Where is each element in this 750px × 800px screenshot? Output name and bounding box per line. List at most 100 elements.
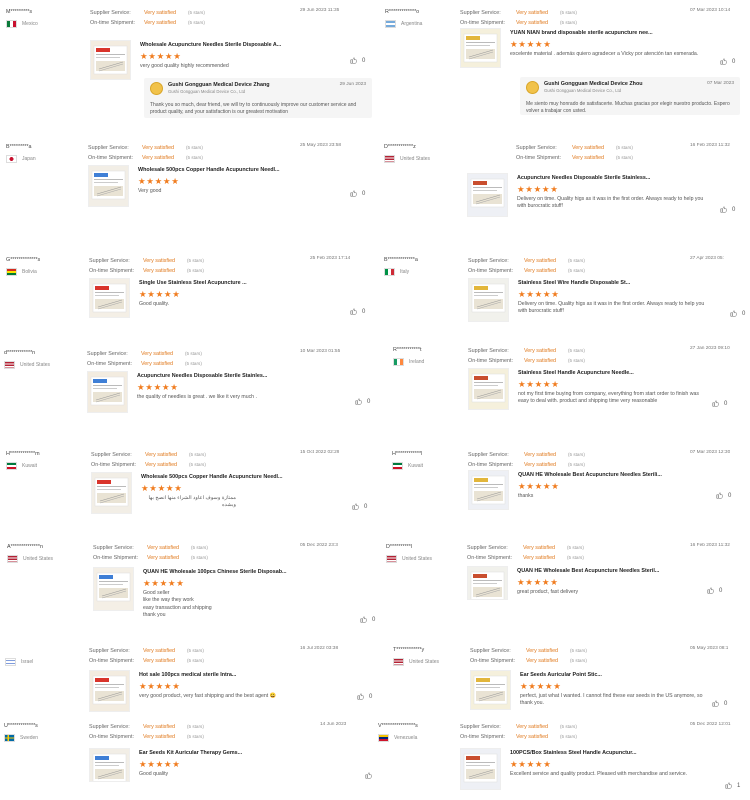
- on-time-shipment-value: Very satisfied: [516, 20, 549, 27]
- on-time-shipment-label: On-time Shipment:: [460, 734, 505, 741]
- helpful-button[interactable]: 0: [730, 310, 745, 317]
- buyer-info: H************l Kuwait: [392, 450, 470, 470]
- on-time-shipment-label: On-time Shipment:: [89, 658, 134, 665]
- product-title-link[interactable]: Stainless Steel Wire Handle Disposable S…: [518, 280, 630, 286]
- product-title-link[interactable]: Single Use Stainless Steel Acupuncture .…: [139, 280, 247, 286]
- helpful-button[interactable]: 0: [707, 587, 722, 594]
- review-text: Excellent service and quality product. P…: [510, 771, 688, 777]
- on-time-shipment-label: On-time Shipment:: [468, 358, 513, 365]
- product-title-link[interactable]: Acupuncture Needles Disposable Sterile S…: [137, 373, 267, 379]
- rating-summary: Supplier Service: Very satisfied (5 stars)…: [468, 256, 585, 276]
- helpful-button[interactable]: 0: [352, 503, 367, 510]
- product-thumbnail[interactable]: [467, 566, 508, 600]
- product-thumbnail[interactable]: [89, 278, 130, 318]
- thumbs-up-icon: [350, 308, 357, 315]
- on-time-shipment-label: On-time Shipment:: [470, 658, 515, 665]
- product-title-link[interactable]: QUAN HE Wholesale Best Acupuncture Needl…: [517, 568, 659, 574]
- rating-summary: Supplier Service: Very satisfied (5 stars)…: [467, 543, 584, 563]
- product-thumbnail[interactable]: [470, 670, 511, 710]
- supplier-service-label: Supplier Service:: [91, 452, 132, 458]
- product-thumbnail[interactable]: [89, 748, 130, 782]
- product-title-link[interactable]: Stainless Steel Handle Acupuncture Needl…: [518, 370, 634, 376]
- product-thumbnail[interactable]: [89, 670, 130, 712]
- product-thumbnail[interactable]: [88, 165, 129, 207]
- product-title-link[interactable]: Ear Seeds Auricular Point Stic...: [520, 672, 602, 678]
- on-time-shipment-row: On-time Shipment: Very satisfied (5 stars): [88, 153, 203, 163]
- country-name: United States: [402, 556, 433, 562]
- supplier-service-row: Supplier Service: Very satisfied (5 stars): [89, 722, 204, 732]
- on-time-shipment-row: On-time Shipment: Very satisfied (5 stars): [89, 656, 204, 666]
- helpful-count: 0: [742, 310, 746, 317]
- product-thumbnail[interactable]: [460, 28, 501, 68]
- product-title-link[interactable]: 100PCS/Box Stainless Steel Handle Acupun…: [510, 750, 637, 756]
- review-date: 05 May 2023 08:1: [690, 646, 729, 651]
- supplier-service-row: Supplier Service: Very satisfied (5 stars): [460, 722, 577, 732]
- product-thumbnail[interactable]: [87, 371, 128, 413]
- supplier-service-row: Supplier Service: Very satisfied (5 stars): [468, 256, 585, 266]
- country-flag-icon: [393, 358, 404, 366]
- buyer-country: United States: [4, 361, 82, 369]
- country-name: United States: [400, 156, 431, 162]
- review-text: ممتازة وسوف اعاود الشراء منها انصح بها و…: [148, 495, 237, 509]
- supplier-service-stars: (5 stars): [560, 724, 577, 729]
- rating-summary: Supplier Service: Very satisfied (5 stars)…: [470, 646, 587, 666]
- helpful-button[interactable]: [365, 772, 377, 779]
- on-time-shipment-value: Very satisfied: [145, 462, 178, 469]
- star-rating: ★★★★★: [517, 184, 559, 194]
- helpful-button[interactable]: 0: [712, 400, 727, 407]
- product-thumbnail[interactable]: [90, 40, 131, 80]
- review-text: perfect, just what I wanted. I cannot fi…: [520, 693, 703, 707]
- product-thumbnail[interactable]: [468, 368, 509, 410]
- product-title-link[interactable]: Ear Seeds Kit Auricular Therapy Gems...: [139, 750, 242, 756]
- product-title-link[interactable]: Hot sale 100pcs medical sterile Intra...: [139, 672, 236, 678]
- supplier-service-row: Supplier Service: Very satisfied (5 stars): [460, 8, 577, 18]
- helpful-count: 1: [737, 782, 741, 789]
- review-date: 05 Dec 2022 12:01: [690, 722, 731, 727]
- reply-author: Gushi Gongguan Medical Device Zhou Gushi …: [544, 81, 643, 93]
- rating-summary: Supplier Service: Very satisfied (5 stars)…: [460, 8, 577, 28]
- product-thumbnail[interactable]: [460, 748, 501, 790]
- product-title-link[interactable]: Acupuncture Needles Disposable Sterile S…: [517, 175, 650, 181]
- supplier-service-value: Very satisfied: [144, 10, 177, 16]
- supplier-service-stars: (5 stars): [560, 10, 577, 15]
- review-text: Good quality: [139, 771, 169, 777]
- product-thumbnail[interactable]: [467, 173, 508, 217]
- helpful-button[interactable]: 0: [712, 700, 727, 707]
- buyer-info: B*************a Italy: [384, 256, 462, 276]
- helpful-button[interactable]: 0: [360, 616, 375, 623]
- supplier-service-value: Very satisfied: [524, 348, 557, 354]
- supplier-service-stars: (5 stars): [567, 545, 584, 550]
- helpful-button[interactable]: 0: [350, 57, 365, 64]
- product-title-link[interactable]: YUAN NIAN brand disposable sterile acupu…: [510, 30, 653, 36]
- helpful-button[interactable]: 0: [355, 398, 370, 405]
- product-title-link[interactable]: QUAN HE Wholesale 100pcs Chinese Sterile…: [143, 569, 287, 575]
- star-rating: ★★★★★: [141, 483, 183, 493]
- product-thumbnail[interactable]: [468, 470, 509, 510]
- product-thumbnail[interactable]: [91, 472, 132, 514]
- helpful-button[interactable]: 0: [720, 58, 735, 65]
- product-title-link[interactable]: Wholesale 500pcs Copper Handle Acupunctu…: [138, 167, 280, 173]
- helpful-button[interactable]: 0: [720, 206, 735, 213]
- review-date: 07 Mar 2023 12:30: [690, 450, 731, 455]
- buyer-name: U*************s: [4, 723, 38, 729]
- supplier-service-label: Supplier Service:: [90, 10, 131, 16]
- helpful-button[interactable]: 0: [716, 492, 731, 499]
- product-thumbnail[interactable]: [468, 278, 509, 322]
- product-title-link[interactable]: Wholesale 500pcs Copper Handle Acupunctu…: [141, 474, 283, 480]
- helpful-button[interactable]: 0: [350, 190, 365, 197]
- on-time-shipment-stars: (5 stars): [560, 20, 577, 26]
- product-title-link[interactable]: Wholesale Acupuncture Needles Sterile Di…: [140, 42, 281, 48]
- product-thumbnail[interactable]: [93, 567, 134, 611]
- on-time-shipment-value: Very satisfied: [524, 462, 557, 469]
- on-time-shipment-row: On-time Shipment: Very satisfied (5 stars): [91, 460, 206, 470]
- supplier-service-row: Supplier Service: Very satisfied (5 stars): [470, 646, 587, 656]
- product-title-link[interactable]: QUAN HE Wholesale Best Acupuncture Needl…: [518, 472, 662, 478]
- helpful-button[interactable]: 1: [725, 782, 740, 789]
- star-rating: ★★★★★: [140, 51, 182, 61]
- helpful-button[interactable]: 0: [350, 308, 365, 315]
- reply-date: 07 Mar 2023: [707, 81, 734, 86]
- helpful-button[interactable]: 0: [357, 693, 372, 700]
- buyer-name: R***********t: [393, 347, 422, 353]
- rating-summary: Supplier Service: Very satisfied (5 stars)…: [91, 450, 206, 470]
- supplier-service-row: Supplier Service: Very satisfied (5 stars): [87, 349, 202, 359]
